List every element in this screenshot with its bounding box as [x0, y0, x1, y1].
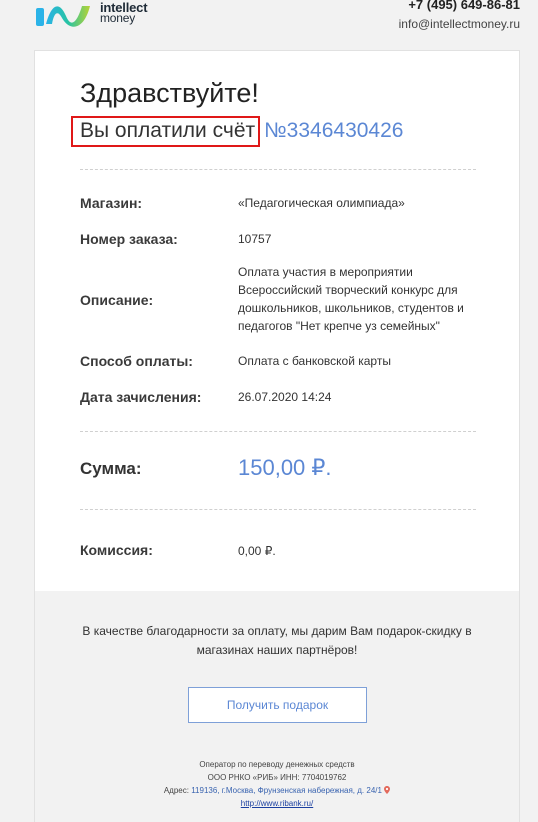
footer-address-line: Адрес: 119136, г.Москва, Фрунзенская наб… — [35, 784, 519, 797]
intellectmoney-logo[interactable]: intellect money — [34, 0, 164, 30]
get-gift-button[interactable]: Получить подарок — [188, 687, 367, 723]
support-phone[interactable]: +7 (495) 649-86-81 — [408, 0, 520, 12]
invoice-number: №3346430426 — [264, 119, 404, 142]
divider — [80, 509, 476, 510]
credit-date-value: 26.07.2020 14:24 — [238, 390, 332, 404]
sum-label: Сумма: — [80, 459, 142, 478]
paid-text-highlight: Вы оплатили счёт — [71, 116, 261, 147]
map-pin-icon — [384, 786, 391, 794]
divider — [80, 169, 476, 170]
receipt-card: Здравствуйте! Вы оплатили счёт №334643042… — [34, 50, 520, 822]
commission-label: Комиссия: — [80, 542, 153, 558]
footer-operator: Оператор по переводу денежных средств — [199, 760, 355, 769]
order-number-label: Номер заказа: — [80, 231, 178, 247]
order-number-value: 10757 — [238, 232, 272, 246]
header: intellect money +7 (495) 649-86-81 info@… — [0, 0, 538, 50]
bank-website-link[interactable]: http://www.ribank.ru/ — [35, 797, 519, 810]
gift-text: В качестве благодарности за оплату, мы д… — [82, 624, 472, 657]
shop-value: «Педагогическая олимпиада» — [238, 196, 405, 210]
description-value: Оплата участия в мероприятии Всероссийск… — [238, 265, 464, 333]
shop-label: Магазин: — [80, 195, 143, 211]
address-prefix: Адрес: — [163, 786, 192, 795]
support-email[interactable]: info@intellectmoney.ru — [399, 17, 520, 31]
sum-value: 150,00 ₽. — [238, 455, 332, 480]
footer-company: ООО РНКО «РИБ» ИНН: 7704019762 — [207, 773, 347, 782]
logo-mark-icon — [36, 6, 90, 27]
payment-method-value: Оплата с банковской карты — [238, 354, 391, 368]
logo-wordmark: intellect money — [100, 1, 148, 24]
credit-date-label: Дата зачисления: — [80, 389, 202, 405]
paid-text: Вы оплатили счёт — [80, 119, 256, 142]
greeting-title: Здравствуйте! — [80, 78, 259, 108]
paid-heading: Вы оплатили счёт №3346430426 — [71, 116, 404, 147]
description-label: Описание: — [80, 292, 154, 308]
divider — [80, 431, 476, 432]
payment-method-label: Способ оплаты: — [80, 353, 193, 369]
address-link[interactable]: 119136, г.Москва, Фрунзенская набережная… — [191, 786, 382, 795]
commission-value: 0,00 ₽. — [238, 544, 276, 558]
gift-section: В качестве благодарности за оплату, мы д… — [35, 591, 519, 822]
footer: Оператор по переводу денежных средств ОО… — [35, 758, 519, 810]
